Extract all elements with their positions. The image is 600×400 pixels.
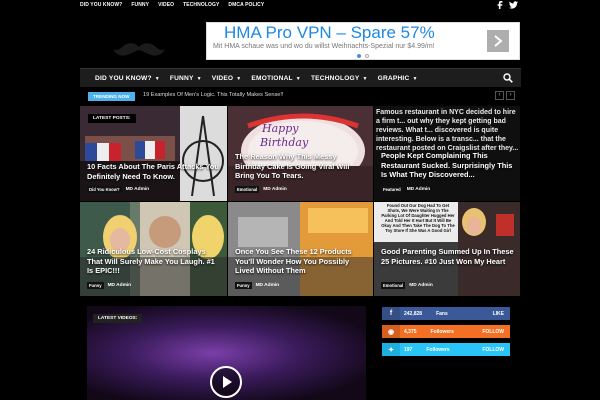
post-author[interactable]: MD Admin xyxy=(108,283,132,288)
play-icon xyxy=(223,376,232,388)
post-meta: Emotional MD Admin xyxy=(235,186,287,193)
post-category[interactable]: Emotional xyxy=(381,282,406,289)
post-category[interactable]: Emotional xyxy=(235,186,260,193)
chevron-right-icon xyxy=(494,35,503,47)
nav-funny[interactable]: FUNNY ▼ xyxy=(170,75,202,82)
trending-headline[interactable]: 19 Examples Of Men's Logic. This Totally… xyxy=(143,92,283,98)
post-title[interactable]: Once You See These 12 Products You'll Wo… xyxy=(235,247,367,276)
post-tile-restaurant[interactable]: Famous restaurant in NYC decided to hire… xyxy=(374,106,520,201)
top-link-technology[interactable]: TECHNOLOGY xyxy=(183,2,219,8)
post-title[interactable]: 24 Ridiculous Low-Cost Cosplays That Wil… xyxy=(87,247,221,276)
ad-title[interactable]: HMA Pro VPN – Spare 57% xyxy=(224,23,435,43)
chevron-down-icon: ▼ xyxy=(412,75,418,82)
social-count: 242,828 xyxy=(404,310,423,317)
post-meta: Funny MD Admin xyxy=(87,282,131,289)
nav-graphic[interactable]: GRAPHIC ▼ xyxy=(378,75,418,82)
nav-label: TECHNOLOGY xyxy=(310,75,360,82)
nav-label: EMOTIONAL xyxy=(251,75,293,82)
nav-did-you-know[interactable]: DID YOU KNOW? ▼ xyxy=(95,75,160,82)
post-title[interactable]: The Reason Why This Messy Birthday Cake … xyxy=(235,152,367,181)
search-icon[interactable] xyxy=(503,73,513,83)
social-label: Fans xyxy=(436,310,448,317)
ad-description: Mit HMA schaue was und wo du willst Weih… xyxy=(213,43,435,50)
top-link-dmca[interactable]: DMCA POLICY xyxy=(228,2,264,8)
post-title[interactable]: People Kept Complaining This Restaurant … xyxy=(381,151,514,180)
facebook-icon[interactable] xyxy=(497,1,503,9)
latest-posts-badge: LATEST POSTS: xyxy=(88,114,136,123)
mustache-logo[interactable] xyxy=(112,41,166,59)
post-meta: Featured MD Admin xyxy=(381,186,430,193)
social-counter-facebook[interactable]: f 242,828 Fans LIKE xyxy=(382,307,510,320)
ad-next-button[interactable] xyxy=(487,30,509,52)
post-category[interactable]: Did You Know? xyxy=(87,186,122,193)
post-title[interactable]: 10 Facts About The Paris Attacks You Def… xyxy=(87,162,221,181)
trending-arrows: ‹ › xyxy=(495,91,515,100)
top-social xyxy=(497,1,518,9)
main-nav: DID YOU KNOW? ▼ FUNNY ▼ VIDEO ▼ EMOTIONAL ▼ … xyxy=(80,68,521,87)
post-author[interactable]: MD Admin xyxy=(256,283,280,288)
nav-label: VIDEO xyxy=(211,75,234,82)
chevron-down-icon: ▼ xyxy=(295,75,301,82)
svg-text:Birthday: Birthday xyxy=(259,136,309,149)
top-bar: DID YOU KNOW? FUNNY VIDEO TECHNOLOGY DMC… xyxy=(0,0,600,12)
trending-bar: TRENDING NOW 19 Examples Of Men's Logic.… xyxy=(80,88,521,104)
play-button[interactable] xyxy=(210,366,242,398)
chevron-down-icon: ▼ xyxy=(154,75,160,82)
post-author[interactable]: MD Admin xyxy=(126,187,150,192)
post-tile-cosplay[interactable]: 24 Ridiculous Low-Cost Cosplays That Wil… xyxy=(80,202,227,296)
nav-label: FUNNY xyxy=(169,75,194,82)
nav-label: GRAPHIC xyxy=(377,75,410,82)
post-author[interactable]: MD Admin xyxy=(409,283,433,288)
social-counter-rss[interactable]: ◉ 4,375 Followers FOLLOW xyxy=(382,325,510,338)
ad-banner[interactable]: HMA Pro VPN – Spare 57% Mit HMA schaue w… xyxy=(206,22,520,60)
post-tile-parenting[interactable]: Found Out Our Dog Had To Get Shots, We W… xyxy=(374,202,520,296)
social-label: Followers xyxy=(426,346,450,353)
svg-text:Happy: Happy xyxy=(261,122,299,135)
twitter-icon: ✦ xyxy=(382,343,400,356)
post-meta: Did You Know? MD Admin xyxy=(87,186,149,193)
rss-icon: ◉ xyxy=(382,325,400,338)
top-links: DID YOU KNOW? FUNNY VIDEO TECHNOLOGY DMC… xyxy=(80,2,264,8)
post-author[interactable]: MD Admin xyxy=(407,187,431,192)
social-count: 197 xyxy=(404,346,413,353)
top-link-did-you-know[interactable]: DID YOU KNOW? xyxy=(80,2,122,8)
nav-label: DID YOU KNOW? xyxy=(95,75,152,82)
social-label: Followers xyxy=(430,328,454,335)
social-count: 4,375 xyxy=(404,328,417,335)
post-tile-products[interactable]: Once You See These 12 Products You'll Wo… xyxy=(228,202,373,296)
birthday-cake-writing: Happy Birthday xyxy=(259,122,309,149)
twitter-icon[interactable] xyxy=(509,1,518,9)
chevron-right-icon[interactable]: › xyxy=(506,91,515,100)
ad-pager-dot[interactable] xyxy=(365,54,369,58)
video-player[interactable]: LATEST VIDEOS: xyxy=(87,306,366,400)
post-category[interactable]: Featured xyxy=(381,186,403,193)
chevron-down-icon: ▼ xyxy=(196,75,202,82)
restaurant-overlay-text: Famous restaurant in NYC decided to hire… xyxy=(376,109,519,152)
post-category[interactable]: Funny xyxy=(235,282,252,289)
parenting-overlay-text: Found Out Our Dog Had To Get Shots, We W… xyxy=(381,203,455,233)
nav-technology[interactable]: TECHNOLOGY ▼ xyxy=(311,75,368,82)
social-action-button[interactable]: FOLLOW xyxy=(482,329,504,335)
nav-emotional[interactable]: EMOTIONAL ▼ xyxy=(251,75,301,82)
ad-pager-dot-active[interactable] xyxy=(357,54,361,58)
facebook-icon: f xyxy=(382,307,400,320)
post-tile-birthday[interactable]: Happy Birthday The Reason Why This Messy… xyxy=(228,106,373,201)
top-link-funny[interactable]: FUNNY xyxy=(131,2,149,8)
post-meta: Emotional MD Admin xyxy=(381,282,433,289)
nav-video[interactable]: VIDEO ▼ xyxy=(212,75,242,82)
trending-label: TRENDING NOW xyxy=(88,92,135,101)
social-action-button[interactable]: LIKE xyxy=(493,311,504,317)
post-author[interactable]: MD Admin xyxy=(263,187,287,192)
post-meta: Funny MD Admin xyxy=(235,282,279,289)
post-category[interactable]: Funny xyxy=(87,282,104,289)
post-title[interactable]: Good Parenting Summed Up In These 25 Pic… xyxy=(381,247,514,266)
latest-videos-label: LATEST VIDEOS: xyxy=(93,314,143,323)
ad-pager xyxy=(357,54,369,58)
top-link-video[interactable]: VIDEO xyxy=(158,2,174,8)
chevron-down-icon: ▼ xyxy=(362,75,368,82)
social-action-button[interactable]: FOLLOW xyxy=(482,347,504,353)
chevron-down-icon: ▼ xyxy=(236,75,242,82)
chevron-left-icon[interactable]: ‹ xyxy=(495,91,504,100)
social-counter-twitter[interactable]: ✦ 197 Followers FOLLOW xyxy=(382,343,510,356)
